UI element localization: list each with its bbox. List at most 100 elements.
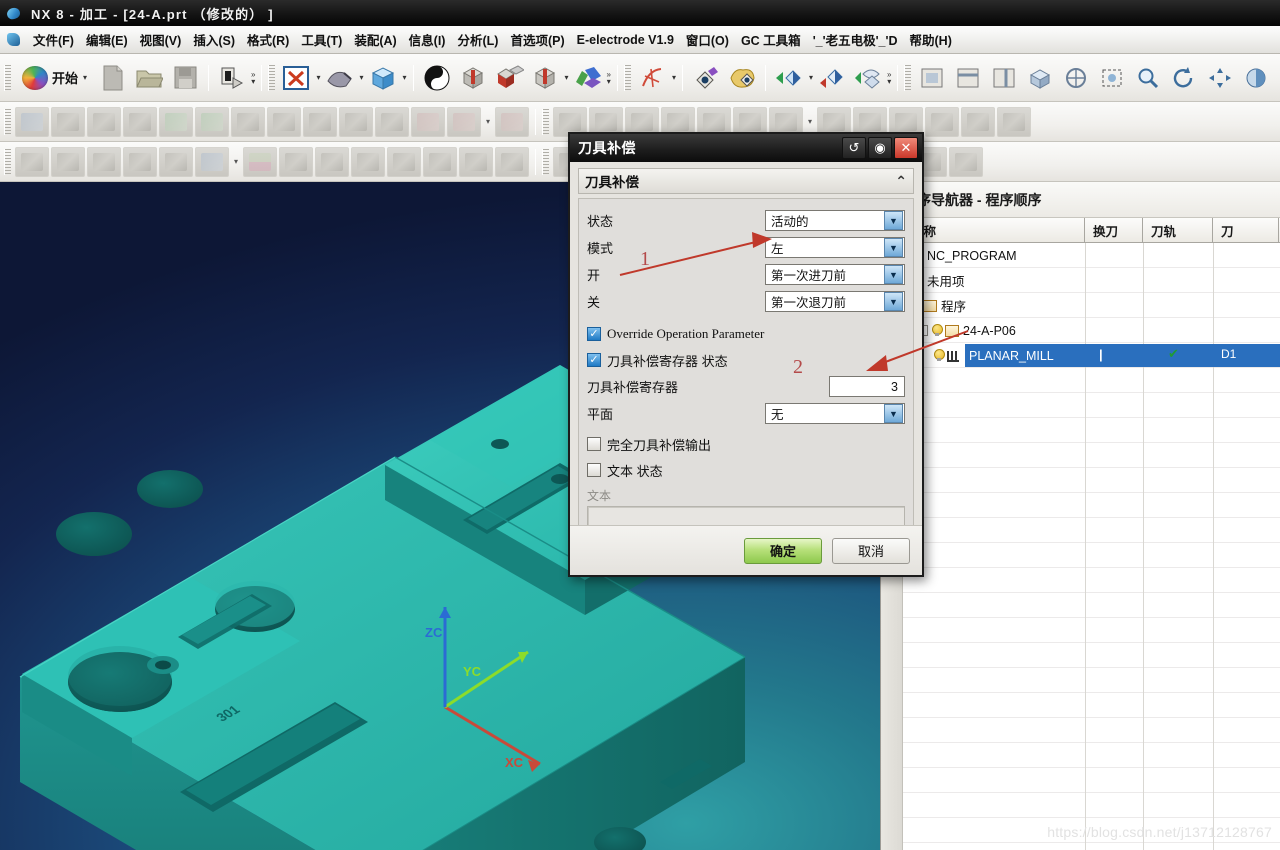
- checkbox-row-full-output[interactable]: 完全刀具补偿输出: [587, 431, 905, 457]
- full-output-checkbox[interactable]: [587, 437, 601, 451]
- disabled-tool-icon: [411, 106, 445, 137]
- generate-toolpath-icon[interactable]: [772, 61, 806, 95]
- toolbar-overflow-icon[interactable]: » ▾: [607, 70, 611, 85]
- pan-view-icon[interactable]: [1203, 61, 1237, 95]
- zoom-icon[interactable]: [1131, 61, 1165, 95]
- view-iso-icon[interactable]: [1023, 61, 1057, 95]
- menu-item-file[interactable]: 文件(F): [27, 27, 80, 52]
- chevron-down-icon[interactable]: ▾: [360, 73, 364, 82]
- view-front-icon[interactable]: [915, 61, 949, 95]
- hole-icon[interactable]: [528, 61, 562, 95]
- checkbox-row-override[interactable]: Override Operation Parameter: [587, 321, 905, 347]
- register-field[interactable]: 3: [829, 376, 905, 397]
- view-trimetric-icon[interactable]: [1059, 61, 1093, 95]
- menu-item-preferences[interactable]: 首选项(P): [504, 27, 570, 52]
- create-geometry-icon[interactable]: [725, 61, 759, 95]
- bulb-icon[interactable]: [933, 349, 945, 362]
- toolbar-grip[interactable]: [624, 64, 631, 91]
- menu-item-edit[interactable]: 编辑(E): [80, 27, 134, 52]
- options-button[interactable]: ◉: [868, 137, 892, 159]
- override-checkbox[interactable]: [587, 327, 601, 341]
- table-row[interactable]: - 24-A-P06: [903, 318, 1280, 343]
- section-view-icon[interactable]: [456, 61, 490, 95]
- table-row[interactable]: NC_PROGRAM: [903, 243, 1280, 268]
- menu-item-help[interactable]: 帮助(H): [904, 27, 958, 52]
- style-shaded-icon[interactable]: [1239, 61, 1273, 95]
- column-header-name[interactable]: 名称: [903, 217, 1085, 243]
- menu-item-tools[interactable]: 工具(T): [295, 27, 348, 52]
- menu-item-insert[interactable]: 插入(S): [187, 27, 241, 52]
- cancel-button[interactable]: 取消: [832, 537, 910, 564]
- on-combo[interactable]: 第一次进刀前 ▼: [765, 264, 905, 285]
- extrude-icon[interactable]: [323, 61, 357, 95]
- toolbar-grip[interactable]: [904, 64, 912, 91]
- create-operation-icon[interactable]: [689, 61, 723, 95]
- chevron-down-icon[interactable]: ▼: [884, 404, 903, 423]
- text-status-checkbox[interactable]: [587, 463, 601, 477]
- toolbar-overflow-icon[interactable]: » ▾: [887, 70, 891, 85]
- chevron-down-icon[interactable]: ▾: [809, 73, 813, 82]
- menu-item-gc-toolbox[interactable]: GC 工具箱: [735, 27, 807, 52]
- reset-button[interactable]: ↺: [842, 137, 866, 159]
- column-header-toolchange[interactable]: 换刀: [1085, 217, 1143, 243]
- menu-item-analysis[interactable]: 分析(L): [451, 27, 504, 52]
- chevron-up-icon[interactable]: ⌃: [895, 173, 907, 190]
- menu-item-e-electrode[interactable]: E-electrode V1.9: [571, 30, 680, 50]
- save-icon[interactable]: [168, 61, 202, 95]
- checkbox-row-text-status[interactable]: 文本 状态: [587, 457, 905, 483]
- status-combo[interactable]: 活动的 ▼: [765, 210, 905, 231]
- chevron-down-icon[interactable]: ▼: [884, 265, 903, 284]
- move-object-icon[interactable]: [571, 61, 605, 95]
- toolbar-overflow-icon[interactable]: » ▾: [251, 70, 255, 85]
- view-right-icon[interactable]: [987, 61, 1021, 95]
- assembly-cut-icon[interactable]: [492, 61, 526, 95]
- simulate-icon[interactable]: [851, 61, 885, 95]
- toolbar-grip[interactable]: [268, 64, 276, 91]
- verify-toolpath-icon[interactable]: [815, 61, 849, 95]
- column-header-toolpath[interactable]: 刀轨: [1143, 217, 1213, 243]
- chevron-down-icon[interactable]: ▾: [316, 73, 320, 82]
- menu-item-view[interactable]: 视图(V): [134, 27, 188, 52]
- menu-item-assembly[interactable]: 装配(A): [348, 27, 402, 52]
- chevron-down-icon[interactable]: ▾: [672, 73, 676, 82]
- toolbar-grip[interactable]: [4, 148, 11, 175]
- rotate-view-icon[interactable]: [1167, 61, 1201, 95]
- bulb-icon[interactable]: [931, 324, 943, 337]
- toolbar-grip[interactable]: [4, 64, 11, 91]
- view-top-icon[interactable]: [951, 61, 985, 95]
- open-folder-icon[interactable]: [132, 61, 166, 95]
- box-icon[interactable]: [366, 61, 400, 95]
- plane-combo[interactable]: 无 ▼: [765, 403, 905, 424]
- sketch-icon[interactable]: [279, 61, 313, 95]
- chevron-down-icon[interactable]: ▼: [884, 292, 903, 311]
- ok-button[interactable]: 确定: [744, 537, 822, 564]
- table-row[interactable]: 未用项: [903, 268, 1280, 293]
- shade-toggle-icon[interactable]: [420, 61, 454, 95]
- mode-combo[interactable]: 左 ▼: [765, 237, 905, 258]
- chevron-down-icon[interactable]: ▼: [884, 211, 903, 230]
- chevron-down-icon[interactable]: ▾: [565, 73, 569, 82]
- dialog-section-header[interactable]: 刀具补偿 ⌃: [578, 168, 914, 194]
- checkbox-row-register-status[interactable]: 刀具补偿寄存器 状态: [587, 347, 905, 373]
- chevron-down-icon[interactable]: ▼: [884, 238, 903, 257]
- start-menu-button[interactable]: 开始 ▾: [15, 63, 94, 93]
- menu-item-format[interactable]: 格式(R): [241, 27, 295, 52]
- fit-view-icon[interactable]: [1095, 61, 1129, 95]
- table-row[interactable]: 程序: [903, 293, 1280, 318]
- menu-item-window[interactable]: 窗口(O): [680, 27, 735, 52]
- curve-analysis-icon[interactable]: [635, 61, 669, 95]
- column-header-tool[interactable]: 刀: [1213, 217, 1279, 243]
- toolbar-grip[interactable]: [4, 108, 11, 135]
- off-combo[interactable]: 第一次退刀前 ▼: [765, 291, 905, 312]
- print-icon[interactable]: [215, 61, 249, 95]
- menu-item-information[interactable]: 信息(I): [403, 27, 452, 52]
- menu-item-laowu[interactable]: '_'老五电极'_'D: [807, 27, 904, 52]
- chevron-down-icon[interactable]: ▾: [403, 73, 407, 82]
- toolbar-grip[interactable]: [542, 148, 549, 175]
- toolbar-grip[interactable]: [542, 108, 549, 135]
- tool-compensation-dialog[interactable]: 刀具补偿 ↺ ◉ ✕ 刀具补偿 ⌃ 状态 活动的 ▼ 模式 左 ▼ 开 第一次进…: [568, 132, 924, 577]
- register-status-checkbox[interactable]: [587, 353, 601, 367]
- close-button[interactable]: ✕: [894, 137, 918, 159]
- navigator-tree[interactable]: NC_PROGRAM 未用项 程序 - 24-A-P06: [903, 243, 1280, 850]
- new-file-icon[interactable]: [96, 61, 130, 95]
